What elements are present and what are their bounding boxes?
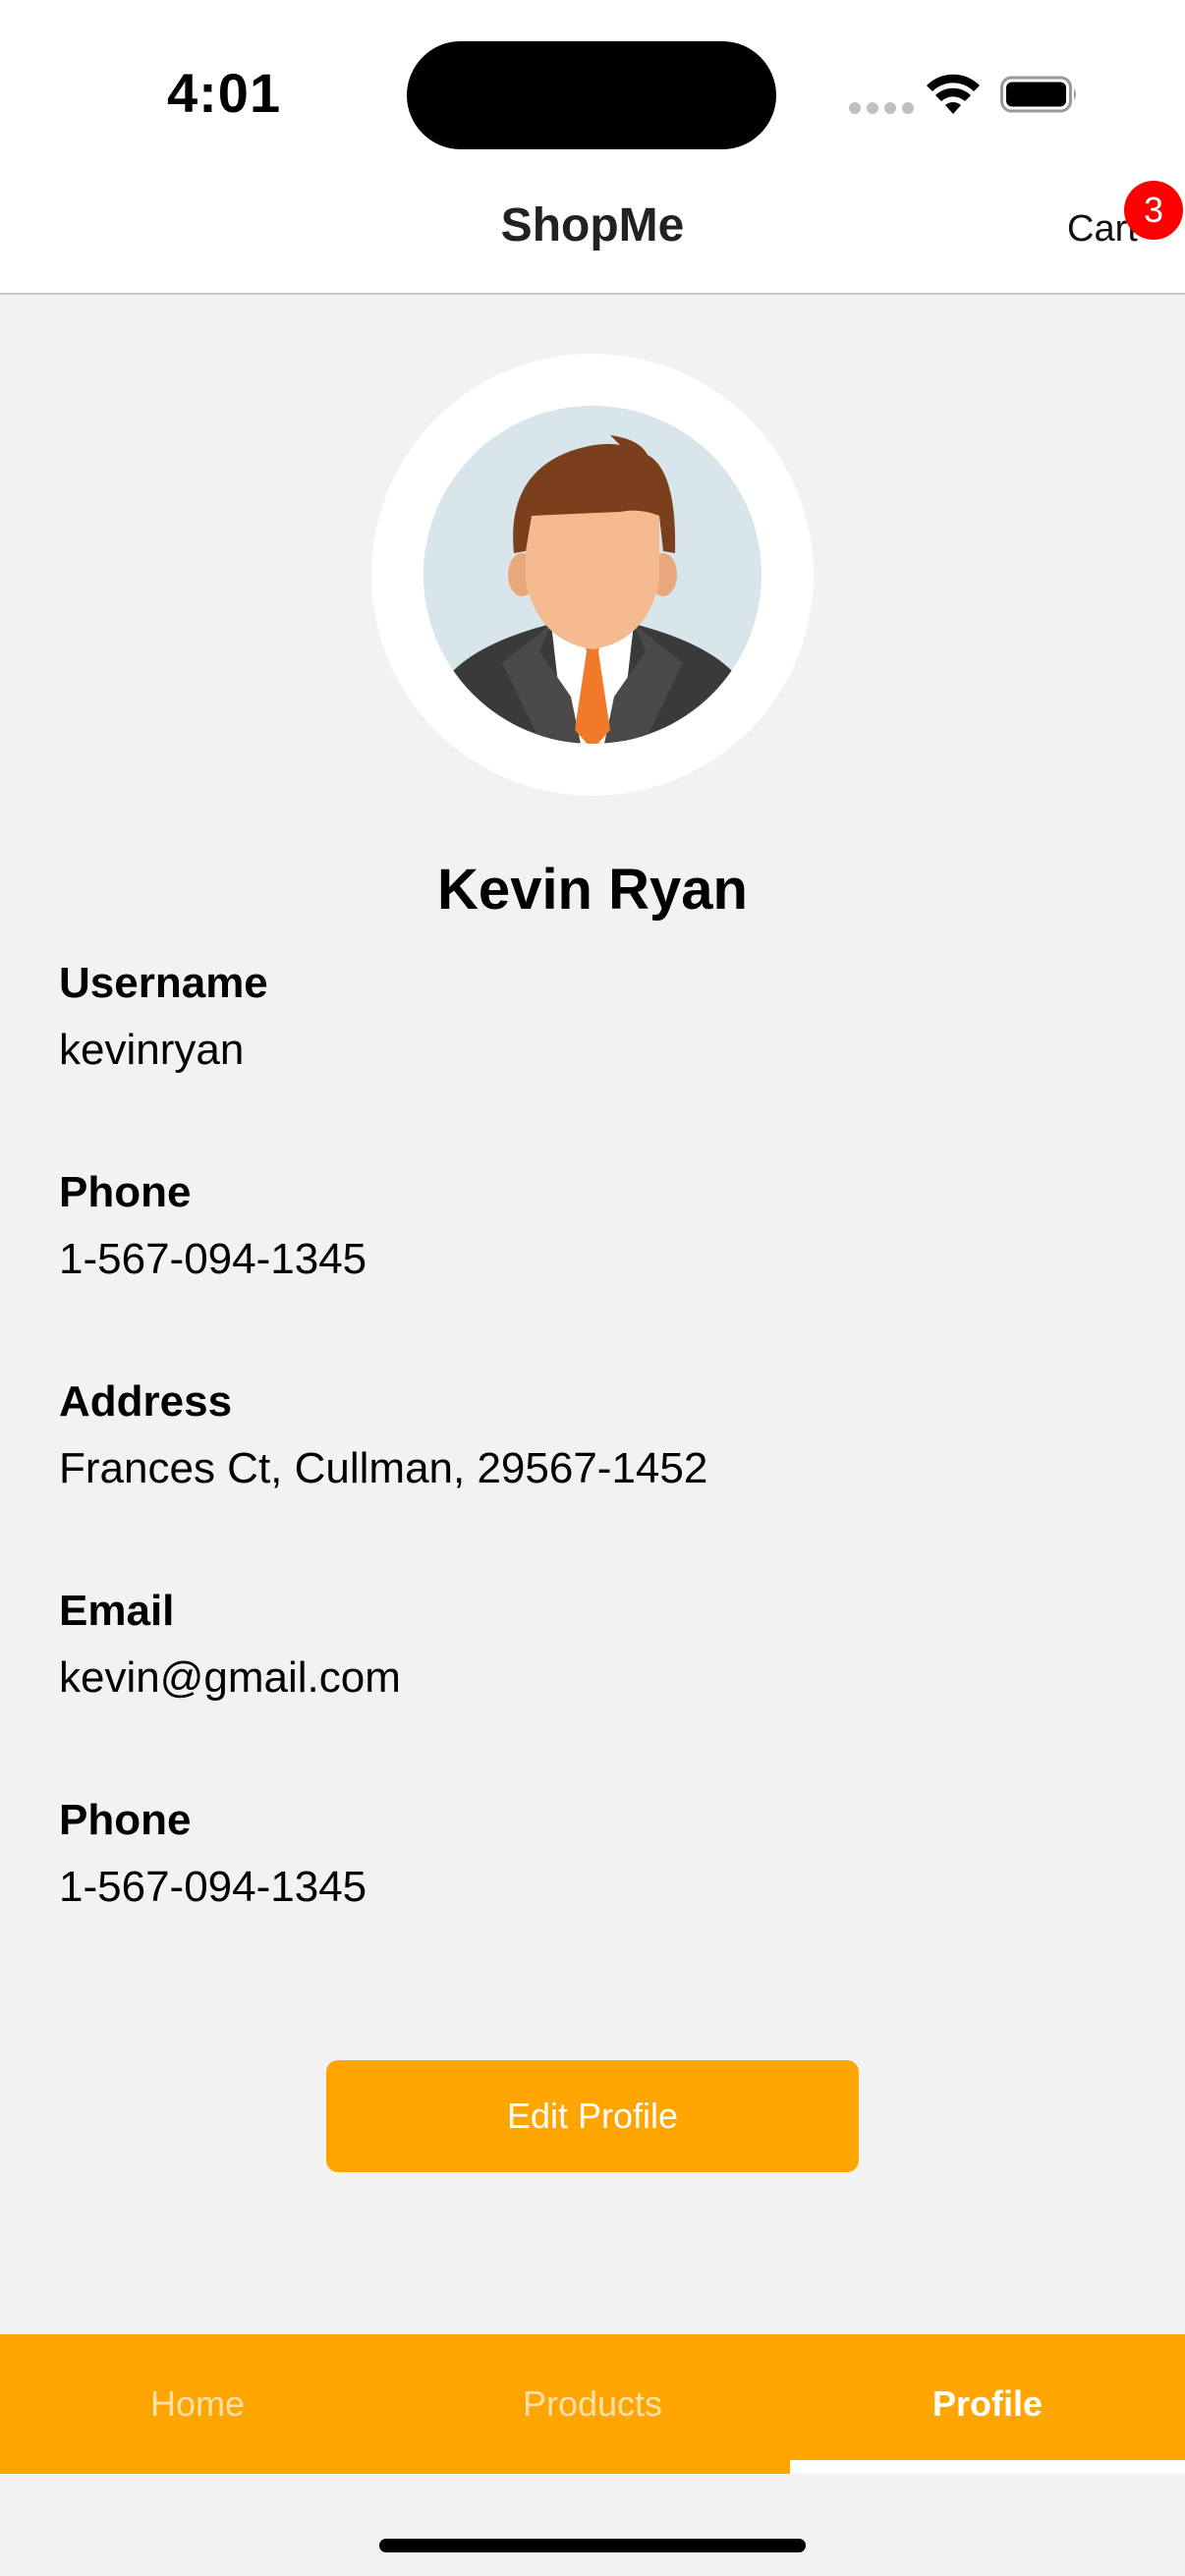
avatar bbox=[423, 406, 762, 744]
battery-icon bbox=[1000, 76, 1076, 113]
tab-home[interactable]: Home bbox=[0, 2334, 395, 2474]
app-title: ShopMe bbox=[500, 199, 685, 252]
username-value: kevinryan bbox=[59, 1026, 245, 1074]
tab-profile[interactable]: Profile bbox=[790, 2334, 1185, 2474]
email-value: kevin@gmail.com bbox=[59, 1653, 401, 1702]
phone-label: Phone bbox=[59, 1168, 192, 1216]
phone-value: 1-567-094-1345 bbox=[59, 1235, 367, 1283]
username-label: Username bbox=[59, 959, 268, 1007]
phone-value-secondary: 1-567-094-1345 bbox=[59, 1863, 367, 1911]
cart-count-badge: 3 bbox=[1124, 181, 1183, 240]
bottom-tab-bar: Home Products Profile bbox=[0, 2334, 1185, 2474]
phone-label-secondary: Phone bbox=[59, 1796, 192, 1844]
address-value: Frances Ct, Cullman, 29567-1452 bbox=[59, 1444, 708, 1492]
active-tab-indicator bbox=[790, 2460, 1185, 2474]
email-label: Email bbox=[59, 1587, 175, 1635]
address-label: Address bbox=[59, 1377, 233, 1426]
profile-name: Kevin Ryan bbox=[437, 858, 748, 922]
cellular-signal-icon bbox=[849, 102, 914, 114]
wifi-icon bbox=[927, 74, 980, 114]
status-time: 4:01 bbox=[167, 62, 282, 124]
user-avatar-icon bbox=[423, 406, 762, 744]
tab-products[interactable]: Products bbox=[395, 2334, 790, 2474]
home-indicator[interactable] bbox=[379, 2539, 806, 2552]
header-bar: 4:01 ShopMe Cart 3 bbox=[0, 0, 1185, 295]
edit-profile-button[interactable]: Edit Profile bbox=[326, 2060, 859, 2172]
dynamic-island bbox=[407, 41, 776, 149]
